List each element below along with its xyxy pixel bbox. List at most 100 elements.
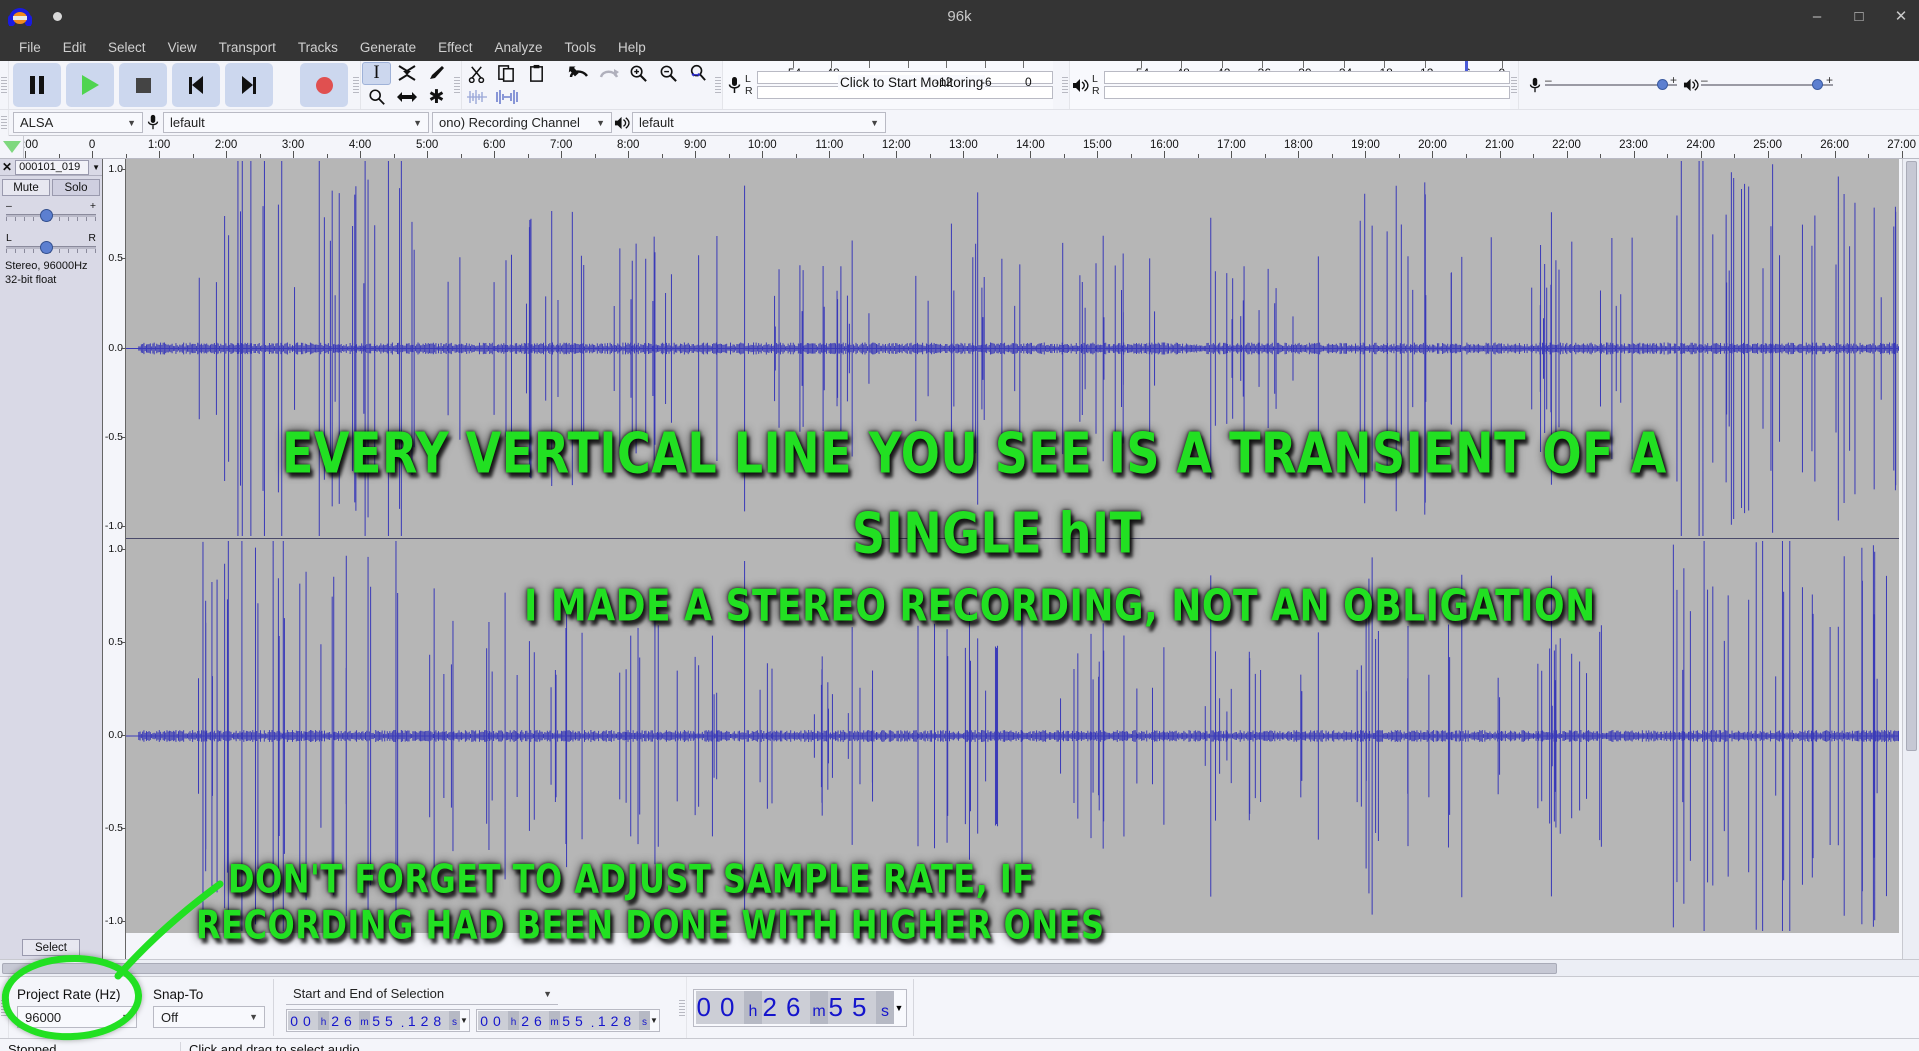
vertical-ruler-tick: [121, 526, 125, 527]
menu-analyze[interactable]: Analyze: [483, 36, 553, 59]
audio-host-combo[interactable]: ALSA ▼: [13, 112, 143, 133]
playback-meter-grip[interactable]: [1061, 61, 1070, 109]
skip-end-button[interactable]: [225, 63, 273, 107]
track-menu-chevron-down-icon[interactable]: ▼: [92, 163, 100, 172]
vertical-scrollbar[interactable]: [1902, 159, 1919, 959]
play-button[interactable]: [66, 63, 114, 107]
recording-channels-combo[interactable]: ono) Recording Channel ▼: [432, 112, 612, 133]
waveform-right-channel[interactable]: [126, 539, 1919, 933]
ruler-major-tick: [226, 151, 228, 158]
time-shift-tool[interactable]: [392, 86, 421, 109]
track-select-button[interactable]: Select: [22, 939, 80, 956]
waveform-area[interactable]: [126, 159, 1919, 959]
status-state: Stopped.: [8, 1041, 61, 1051]
vertical-scrollbar-thumb[interactable]: [1906, 161, 1917, 751]
device-toolbar-grip[interactable]: [0, 109, 9, 136]
multi-tool[interactable]: ✱: [422, 86, 451, 109]
ruler-label: 19:00: [1351, 139, 1380, 151]
menu-file[interactable]: File: [8, 36, 52, 59]
playback-meter[interactable]: L R -54 -48 -42 -36 -30 -24 -18 -12 -6 0: [1070, 61, 1510, 109]
timeline-pin-button[interactable]: [0, 136, 24, 158]
minimize-button[interactable]: –: [1809, 9, 1825, 24]
recording-meter-grip[interactable]: [714, 61, 723, 109]
selection-mode-value: Start and End of Selection: [293, 986, 445, 1001]
stop-button[interactable]: [119, 63, 167, 107]
tools-toolbar-grip[interactable]: [352, 61, 361, 109]
sel-start-h1: 00: [288, 1011, 318, 1030]
ruler-minor-tick: [1130, 154, 1132, 158]
redo-button[interactable]: [594, 62, 623, 85]
sel-start-spinner[interactable]: ▼: [460, 1011, 468, 1030]
time-toolbar-grip[interactable]: [678, 977, 687, 1038]
menu-help[interactable]: Help: [607, 36, 657, 59]
copy-button[interactable]: [492, 62, 521, 85]
chevron-down-icon: ▼: [127, 117, 136, 128]
ruler-minor-tick: [192, 154, 194, 158]
edit-toolbar-grip[interactable]: [453, 61, 462, 109]
undo-button[interactable]: [564, 62, 593, 85]
recording-device-combo[interactable]: lefault ▼: [163, 112, 429, 133]
ruler-label: 13:00: [948, 139, 978, 151]
ruler-major-tick: [896, 151, 898, 158]
paste-button[interactable]: [522, 62, 551, 85]
track-solo-button[interactable]: Solo: [52, 179, 100, 196]
record-button[interactable]: [300, 63, 348, 107]
waveform-left-channel[interactable]: [126, 159, 1919, 538]
ruler-minor-tick: [728, 154, 730, 158]
ruler-major-tick: [293, 151, 295, 158]
playback-meter-bars[interactable]: -54 -48 -42 -36 -30 -24 -18 -12 -6 0: [1104, 61, 1510, 109]
playback-volume-slider[interactable]: – +: [1701, 73, 1833, 95]
ruler-label: 24:00: [1686, 139, 1715, 151]
selection-start-time[interactable]: 00 h 26 m 55 . 128 s ▼: [286, 1009, 470, 1032]
trim-audio-button[interactable]: [462, 86, 491, 109]
ruler-label: 10:00: [747, 139, 777, 151]
snap-to-combo[interactable]: Off ▼: [153, 1006, 265, 1028]
track-close-button[interactable]: ✕: [2, 160, 12, 174]
pause-button[interactable]: [13, 63, 61, 107]
silence-audio-button[interactable]: [492, 86, 521, 109]
envelope-tool[interactable]: [392, 62, 421, 85]
horizontal-scrollbar[interactable]: [0, 959, 1919, 976]
selection-mode-combo[interactable]: Start and End of Selection ▼: [286, 983, 558, 1005]
mixer-toolbar-grip[interactable]: [1510, 61, 1519, 109]
skip-start-button[interactable]: [172, 63, 220, 107]
menu-generate[interactable]: Generate: [349, 36, 427, 59]
menu-tools[interactable]: Tools: [553, 36, 607, 59]
timeline-ruler[interactable]: -1:00 0 1:00 2:00 3:00 4:00 5:00 6:00 7:00 8:00 9:…: [0, 136, 1919, 159]
close-button[interactable]: ✕: [1893, 9, 1909, 24]
menu-view[interactable]: View: [157, 36, 208, 59]
transport-toolbar-grip[interactable]: [0, 61, 9, 109]
track-name[interactable]: 000101_019: [15, 159, 90, 175]
menu-effect[interactable]: Effect: [427, 36, 483, 59]
audio-position-time[interactable]: 00 h 26 m 55 s ▼: [693, 988, 907, 1027]
pan-slider[interactable]: L R: [6, 232, 96, 255]
timeline-ruler-scale[interactable]: -1:00 0 1:00 2:00 3:00 4:00 5:00 6:00 7:00 8:00 9:…: [24, 136, 1919, 158]
cut-button[interactable]: [462, 62, 491, 85]
selection-end-time[interactable]: 00 h 26 m 55 . 128 s ▼: [476, 1009, 660, 1032]
gain-slider[interactable]: – +: [6, 200, 96, 223]
track-format-info: Stereo, 96000Hz 32-bit float: [5, 260, 88, 288]
horizontal-scrollbar-thumb[interactable]: [2, 962, 1557, 974]
sel-end-spinner[interactable]: ▼: [650, 1011, 658, 1030]
menu-transport[interactable]: Transport: [208, 36, 287, 59]
pos-spinner[interactable]: ▼: [894, 991, 904, 1024]
playback-device-combo[interactable]: lefault ▼: [632, 112, 886, 133]
menu-tracks[interactable]: Tracks: [287, 36, 349, 59]
sel-end-ms: 128: [595, 1011, 639, 1030]
draw-tool[interactable]: [422, 62, 451, 85]
recording-volume-slider[interactable]: – +: [1545, 73, 1677, 95]
zoom-out-button[interactable]: [654, 62, 683, 85]
maximize-button[interactable]: □: [1851, 9, 1867, 24]
sel-start-unit-m: m: [359, 1011, 370, 1030]
undo-icon: [568, 66, 588, 78]
menu-select[interactable]: Select: [97, 36, 157, 59]
selection-tool[interactable]: I: [362, 61, 391, 85]
zoom-tool[interactable]: [362, 86, 391, 109]
zoom-group-spacer: [624, 86, 653, 109]
waveform-right-svg: [126, 539, 1919, 933]
track-mute-button[interactable]: Mute: [2, 179, 50, 196]
zoom-in-button[interactable]: [624, 62, 653, 85]
fit-selection-button[interactable]: [684, 62, 713, 85]
menu-edit[interactable]: Edit: [52, 36, 97, 59]
window-menu-dot-icon[interactable]: [53, 12, 62, 21]
